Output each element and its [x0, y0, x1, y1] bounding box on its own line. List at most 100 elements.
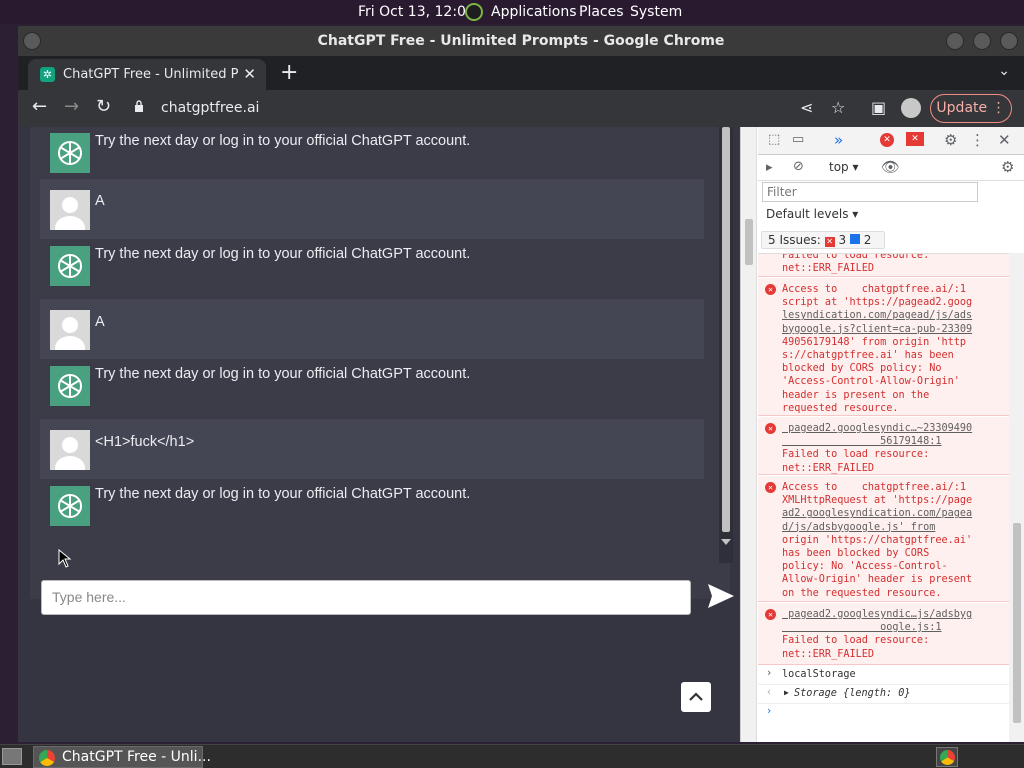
- back-arrow-icon[interactable]: ←: [32, 96, 47, 117]
- log-line: on the requested resource.: [782, 587, 942, 599]
- user-avatar-icon: [50, 430, 90, 470]
- log-levels-dropdown[interactable]: Default levels ▾: [766, 207, 858, 221]
- context-selector[interactable]: top ▾: [829, 160, 859, 174]
- assistant-message: Try the next day or log in to your offic…: [40, 359, 704, 419]
- console-input-entry[interactable]: › localStorage: [758, 666, 1009, 685]
- message-text: Try the next day or log in to your offic…: [95, 366, 471, 382]
- inspect-element-icon[interactable]: ⬚: [768, 132, 780, 147]
- issues-icon[interactable]: ✕: [906, 132, 924, 146]
- log-line[interactable]: 56179148:1: [782, 436, 941, 447]
- issues-info-count: 2: [863, 233, 872, 247]
- log-line[interactable]: pagead2.googlesyndic…~23309490: [782, 423, 972, 434]
- issues-counter[interactable]: 5 Issues: ✕ 3 2: [761, 231, 885, 249]
- mouse-cursor-icon: [58, 549, 72, 568]
- log-line: Failed to load resource:: [782, 635, 930, 647]
- page-scrollbar-thumb[interactable]: [745, 219, 753, 265]
- chatgpt-avatar-icon: [50, 366, 90, 406]
- tray-chrome-icon[interactable]: [936, 747, 958, 767]
- scrollbar-thumb[interactable]: [722, 127, 730, 532]
- clear-console-icon[interactable]: ⊘: [793, 159, 804, 174]
- message-input[interactable]: Type here...: [41, 580, 691, 615]
- clock[interactable]: Fri Oct 13, 12:03: [358, 4, 475, 20]
- bookmark-star-icon[interactable]: ☆: [831, 98, 845, 117]
- console-prompt[interactable]: ›: [758, 704, 1009, 742]
- user-avatar-icon: [50, 310, 90, 350]
- close-devtools-icon[interactable]: ✕: [998, 131, 1011, 149]
- menu-places[interactable]: Places: [579, 4, 624, 20]
- new-tab-icon[interactable]: +: [280, 60, 298, 85]
- maximize-icon[interactable]: [973, 32, 991, 50]
- lock-icon[interactable]: [134, 100, 144, 112]
- update-button[interactable]: Update ⋮: [930, 94, 1012, 123]
- console-result-text[interactable]: Storage {length: 0}: [794, 688, 911, 699]
- scroll-down-arrow-icon[interactable]: [721, 539, 731, 545]
- issues-error-count: 3: [838, 233, 847, 247]
- levels-label: Default levels: [766, 207, 849, 221]
- console-settings-icon[interactable]: ⚙: [1001, 158, 1014, 176]
- console-scrollbar-thumb[interactable]: [1013, 523, 1021, 723]
- expand-triangle-icon[interactable]: ▶: [784, 688, 789, 697]
- log-line[interactable]: pagead2.googlesyndic…js/adsbyg: [782, 609, 972, 620]
- console-filter-input[interactable]: Filter: [762, 182, 978, 202]
- minimize-icon[interactable]: [946, 32, 964, 50]
- reload-icon[interactable]: ↻: [96, 96, 111, 117]
- chat-scrollbar[interactable]: [719, 127, 733, 563]
- console-error-text[interactable]: pagead2.googlesyndic…~23309490 56179148:…: [782, 422, 1008, 475]
- message-text: A: [95, 314, 105, 330]
- console-scrollbar[interactable]: [1009, 253, 1024, 742]
- close-tab-icon[interactable]: ✕: [243, 65, 256, 83]
- more-tabs-icon[interactable]: »: [834, 131, 843, 149]
- window-title: ChatGPT Free - Unlimited Prompts - Googl…: [317, 33, 725, 49]
- forward-arrow-icon[interactable]: →: [64, 96, 79, 117]
- chatgpt-avatar-icon: [50, 246, 90, 286]
- tab-chatgpt-free[interactable]: ✲ ChatGPT Free - Unlimited Prompts ✕: [28, 59, 266, 90]
- share-icon[interactable]: ⋖: [800, 98, 813, 117]
- message-text: A: [95, 193, 105, 209]
- log-line[interactable]: bygoogle.js?client=ca-pub-23309: [782, 324, 972, 335]
- menu-applications[interactable]: Applications: [491, 4, 577, 20]
- log-line: has been blocked by CORS: [782, 548, 930, 560]
- devtools-panel: ⬚ ▭ » ✕ ✕ ⚙ ⋮ ✕ ▸ ⊘ top ▾ 👁 ⚙ Filter Def…: [740, 127, 1024, 742]
- settings-gear-icon[interactable]: ⚙: [944, 131, 957, 149]
- console-error-text[interactable]: pagead2.googlesyndic…js/adsbyg oogle.js:…: [782, 608, 1008, 661]
- log-line[interactable]: oogle.js:1: [782, 622, 941, 633]
- console-error-text[interactable]: Access to chatgptfree.ai/:1 XMLHttpReque…: [782, 481, 1008, 600]
- error-count-icon[interactable]: ✕: [880, 133, 894, 147]
- address-bar[interactable]: chatgptfree.ai: [126, 94, 856, 123]
- message-text: <H1>fuck</h1>: [95, 434, 195, 450]
- taskbar-chrome-window[interactable]: ChatGPT Free - Unli...: [33, 746, 211, 768]
- error-circle-icon: ✕: [765, 609, 776, 620]
- console-error-entry: Failed to load resource: net::ERR_FAILED: [758, 254, 1009, 277]
- page-scrollbar[interactable]: [741, 127, 757, 742]
- console-toolbar: ▸ ⊘ top ▾ 👁 ⚙: [758, 155, 1024, 181]
- device-toolbar-icon[interactable]: ▭: [792, 132, 804, 147]
- console-error-entry: ✕ Access to chatgptfree.ai/:1 script at …: [758, 278, 1009, 416]
- log-line[interactable]: d/js/adsbygoogle.js' from: [782, 522, 935, 533]
- sidebar-toggle-icon[interactable]: ▸: [766, 160, 773, 175]
- console-result-entry[interactable]: ‹ ▶ Storage {length: 0}: [758, 685, 1009, 704]
- log-line[interactable]: lesyndication.com/pagead/js/ads: [782, 310, 972, 321]
- filter-placeholder: Filter: [767, 185, 797, 199]
- window-titlebar[interactable]: ChatGPT Free - Unlimited Prompts - Googl…: [18, 26, 1024, 56]
- console-input-text[interactable]: localStorage: [782, 669, 856, 680]
- send-icon[interactable]: [706, 581, 736, 611]
- issues-label: 5 Issues:: [768, 233, 821, 247]
- side-panel-icon[interactable]: ▣: [871, 98, 886, 117]
- close-window-icon[interactable]: [1000, 32, 1018, 50]
- tab-search-chevron-icon[interactable]: ⌄: [998, 63, 1010, 79]
- log-line: net::ERR_FAILED: [782, 263, 875, 275]
- log-line[interactable]: ad2.googlesyndication.com/pagea: [782, 508, 972, 519]
- url-text[interactable]: chatgptfree.ai: [161, 100, 259, 116]
- show-desktop-icon[interactable]: [2, 748, 22, 765]
- log-line: header is present on the: [782, 389, 930, 401]
- scroll-to-top-button[interactable]: [681, 682, 711, 712]
- live-expression-eye-icon[interactable]: 👁: [881, 158, 900, 176]
- console-error-text: Failed to load resource: net::ERR_FAILED: [782, 254, 1008, 275]
- log-line: s://chatgptfree.ai' has been: [782, 350, 954, 362]
- profile-avatar-icon[interactable]: [901, 98, 921, 118]
- kebab-menu-icon[interactable]: ⋮: [970, 131, 985, 149]
- console-error-text[interactable]: Access to chatgptfree.ai/:1 script at 'h…: [782, 283, 1008, 415]
- web-page: Try the next day or log in to your offic…: [18, 127, 739, 742]
- distro-logo-icon[interactable]: [465, 3, 483, 21]
- menu-system[interactable]: System: [630, 4, 682, 20]
